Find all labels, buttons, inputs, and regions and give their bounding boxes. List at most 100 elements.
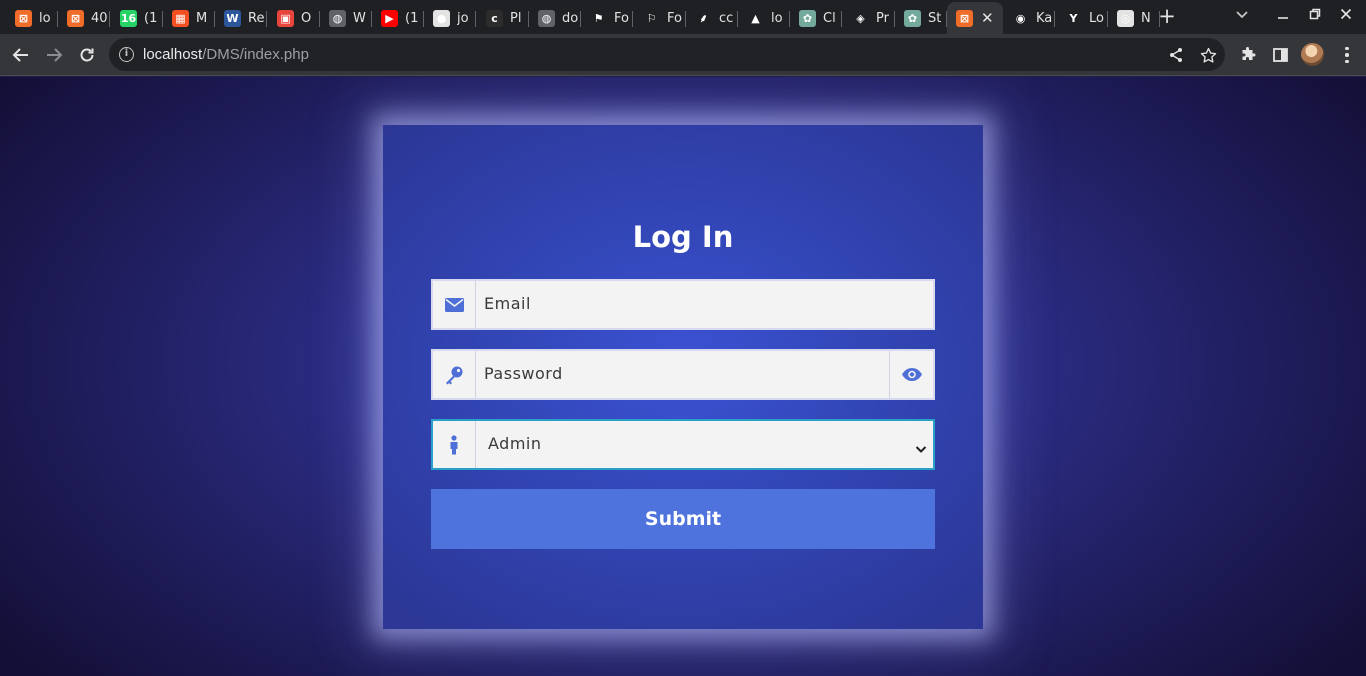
submit-button[interactable]: Submit [431, 489, 935, 549]
url-path: /DMS/index.php [202, 46, 309, 63]
chevron-down-icon [915, 439, 927, 458]
login-title: Log In [632, 220, 734, 254]
back-arrow-icon [12, 48, 28, 62]
role-select[interactable]: Admin [431, 419, 935, 470]
browser-tab[interactable]: ● jo [424, 4, 476, 32]
email-field[interactable]: Email [431, 279, 935, 330]
feather-icon: ⸙ [695, 9, 712, 27]
yahoo-icon: Y [1065, 9, 1082, 27]
browser-tab[interactable]: ⊠ ✕ [947, 2, 1003, 34]
openai-icon: ✿ [904, 9, 921, 27]
whatsapp-icon: 16 [120, 9, 137, 27]
envelope-icon [433, 281, 476, 328]
browser-tab[interactable]: ✿ Cl [790, 4, 842, 32]
browser-tab[interactable]: ◍ do [529, 4, 581, 32]
browser-tab[interactable]: c Pl [477, 4, 529, 32]
tab-title: Cl [823, 10, 836, 26]
browser-tab[interactable]: Y Lo [1056, 4, 1108, 32]
close-window-icon[interactable] [1337, 6, 1355, 26]
word-icon: W [224, 9, 241, 27]
url-text[interactable]: localhost/DMS/index.php [143, 46, 309, 63]
xampp-icon: ⊠ [956, 9, 973, 27]
browser-tab[interactable]: ⚑ Fo [581, 4, 633, 32]
bookmark-star-icon[interactable] [1198, 45, 1218, 65]
tab-divider [1054, 11, 1055, 27]
tab-title: N [1141, 10, 1151, 26]
php-icon: c [486, 9, 503, 27]
person-icon [433, 421, 476, 468]
tab-title: Fo [667, 10, 682, 26]
new-tab-button[interactable]: + [1156, 6, 1178, 28]
youtube-icon: ▶ [381, 9, 398, 27]
browser-tab[interactable]: ⊠ 40 [58, 4, 110, 32]
laravel-icon: ▲ [747, 9, 764, 27]
role-selected-value: Admin [488, 434, 542, 453]
browser-tab[interactable]: ⸙ cc [686, 4, 738, 32]
browser-tab[interactable]: ◉ Ka [1003, 4, 1055, 32]
address-bar[interactable]: i localhost/DMS/index.php [109, 38, 1225, 71]
site-info-icon[interactable]: i [119, 47, 134, 62]
browser-tab[interactable]: W Re [215, 4, 267, 32]
minimize-icon[interactable] [1274, 6, 1292, 26]
browser-tab[interactable]: ▶ (1 [372, 4, 424, 32]
key-icon [433, 351, 476, 398]
browser-toolbar: i localhost/DMS/index.php [0, 34, 1366, 76]
browser-menu-icon[interactable] [1344, 43, 1350, 67]
tab-title: jo [457, 10, 469, 26]
tab-divider [266, 11, 267, 27]
reload-icon [80, 48, 94, 62]
password-field[interactable]: Password [431, 349, 935, 400]
browser-tab[interactable]: 16 (1 [111, 4, 163, 32]
extensions-icon[interactable] [1236, 43, 1260, 67]
xampp-icon: ⊠ [67, 9, 84, 27]
tab-title: Lo [1089, 10, 1104, 26]
browser-tab[interactable]: ⊠ lo [6, 4, 58, 32]
browser-tab[interactable]: ▦ M [163, 4, 215, 32]
profile-avatar[interactable] [1301, 43, 1324, 66]
browser-tab[interactable]: ◎ N [1108, 4, 1160, 32]
kaspersky-icon: ◉ [1012, 9, 1029, 27]
back-button[interactable] [9, 43, 33, 67]
browser-tab[interactable]: ▲ lo [738, 4, 790, 32]
tab-title: Pr [876, 10, 889, 26]
tab-title: Fo [614, 10, 629, 26]
tab-title: Re [248, 10, 265, 26]
tab-strip: ⊠ lo ⊠ 40 16 (1 ▦ M W Re ▣ O ◍ W ▶ (1 ● jo c Pl ◍ do ⚑ Fo ⚐ Fo ⸙ cc… [0, 0, 1366, 34]
tab-title: do [562, 10, 579, 26]
github-icon: ● [433, 9, 450, 27]
tab-divider [475, 11, 476, 27]
chrome-icon: ◎ [1117, 9, 1134, 27]
tab-title: Ka [1036, 10, 1053, 26]
flag-outline-icon: ⚐ [643, 9, 660, 27]
browser-tab[interactable]: ✿ St [895, 4, 947, 32]
share-icon[interactable] [1166, 45, 1186, 65]
side-panel-icon[interactable] [1268, 43, 1292, 67]
tab-divider [841, 11, 842, 27]
login-card: Log In Email Password Admin Submit [383, 125, 983, 629]
forward-button[interactable] [42, 43, 66, 67]
browser-tab[interactable]: ◈ Pr [843, 4, 895, 32]
globe-icon: ◍ [329, 9, 346, 27]
tab-title: O [301, 10, 312, 26]
browser-tab[interactable]: ⚐ Fo [634, 4, 686, 32]
url-host: localhost [143, 46, 203, 63]
page-background: Log In Email Password Admin Submit [0, 77, 1366, 676]
tab-title: (1 [405, 10, 419, 26]
tab-search-icon[interactable] [1236, 8, 1248, 23]
browser-tab[interactable]: ◍ W [320, 4, 372, 32]
reload-button[interactable] [75, 43, 99, 67]
tab-divider [109, 11, 110, 27]
tab-title: lo [771, 10, 783, 26]
browser-tab[interactable]: ▣ O [268, 4, 320, 32]
tab-title: 40 [91, 10, 108, 26]
restore-icon[interactable] [1306, 6, 1324, 26]
show-password-eye-icon[interactable] [889, 351, 933, 398]
onedrive-icon: ▣ [277, 9, 294, 27]
tab-title: Pl [510, 10, 522, 26]
openai-icon: ✿ [799, 9, 816, 27]
tab-title: lo [39, 10, 51, 26]
tab-title: (1 [144, 10, 158, 26]
flag-icon: ⚑ [590, 9, 607, 27]
close-tab-icon[interactable]: ✕ [981, 9, 994, 27]
drupal-icon: ◈ [852, 9, 869, 27]
